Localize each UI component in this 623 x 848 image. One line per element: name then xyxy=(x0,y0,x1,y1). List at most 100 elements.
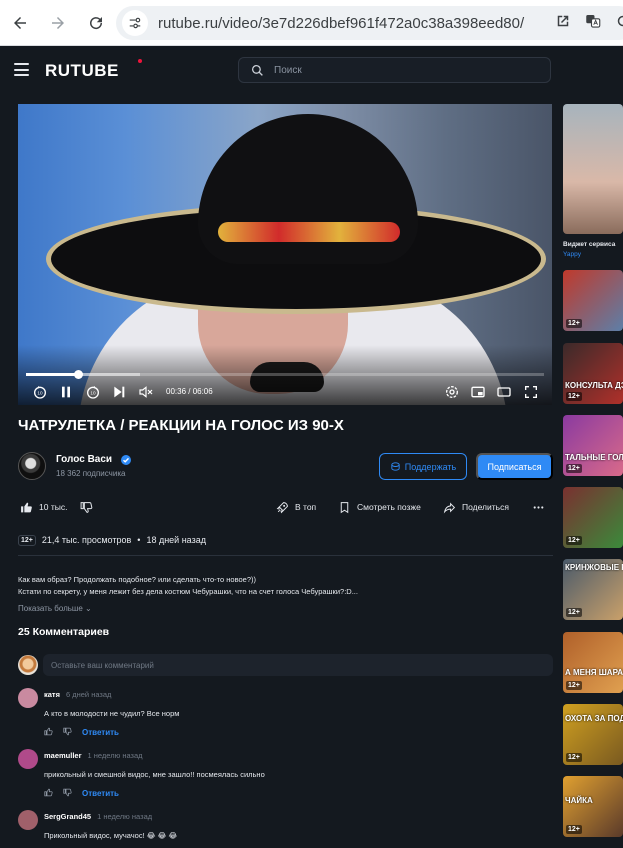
pause-icon[interactable] xyxy=(58,384,74,400)
translate-icon[interactable] xyxy=(584,12,602,35)
show-more-label: Показать больше xyxy=(18,604,83,613)
description-line: Кстати по секрету, у меня лежит без дела… xyxy=(18,587,358,596)
svg-text:10: 10 xyxy=(90,391,96,396)
progress-handle[interactable] xyxy=(73,370,83,379)
share-label: Поделиться xyxy=(462,502,509,512)
site-info-icon[interactable] xyxy=(122,10,148,36)
video-player[interactable]: 10 10 00:36 / 06:06 xyxy=(18,104,552,405)
more-options-icon[interactable] xyxy=(532,497,545,517)
comment-like-icon[interactable] xyxy=(44,723,53,741)
comment-input[interactable] xyxy=(43,654,553,676)
channel-avatar[interactable] xyxy=(18,452,46,480)
url-text[interactable]: rutube.ru/video/3e7d226dbef961f472a0c38a… xyxy=(158,15,524,32)
thumbnail-caption: КОНСУЛЬТА ДЭДПУЛ xyxy=(565,381,623,390)
comment-dislike-icon[interactable] xyxy=(63,723,72,741)
age-badge: 12+ xyxy=(566,392,582,401)
back-icon[interactable] xyxy=(2,5,38,41)
rewind-10-icon[interactable]: 10 xyxy=(32,384,48,400)
comment-dislike-icon[interactable] xyxy=(63,784,72,802)
age-badge: 12+ xyxy=(566,464,582,473)
fullscreen-icon[interactable] xyxy=(523,384,539,400)
video-thumbnail[interactable]: ЧАЙКА 12+ xyxy=(563,776,623,837)
player-controls: 10 10 00:36 / 06:06 xyxy=(18,382,552,402)
video-thumbnail[interactable]: 12+ xyxy=(563,270,623,331)
age-badge: 12+ xyxy=(566,825,582,834)
show-more-button[interactable]: Показать больше ⌄ xyxy=(18,604,92,613)
age-badge: 12+ xyxy=(566,681,582,690)
recommendations-rail: Виджет сервиса Yappy 12+ КОНСУЛЬТА ДЭДПУ… xyxy=(563,104,623,848)
miniplayer-icon[interactable] xyxy=(470,384,486,400)
top-button[interactable]: В топ xyxy=(276,497,316,517)
age-badge: 12+ xyxy=(566,753,582,762)
search-icon xyxy=(251,64,263,76)
thumbs-up-icon xyxy=(21,502,32,512)
comment-avatar[interactable] xyxy=(18,688,38,708)
support-button[interactable]: Поддержать xyxy=(379,453,467,480)
video-thumbnail[interactable]: 12+ xyxy=(563,487,623,548)
chevron-down-icon: ⌄ xyxy=(85,604,92,613)
open-in-app-icon[interactable] xyxy=(554,12,572,35)
comment-like-icon[interactable] xyxy=(44,784,53,802)
forward-icon[interactable] xyxy=(40,5,76,41)
video-title: ЧАТРУЛЕТКА / РЕАКЦИИ НА ГОЛОС ИЗ 90-Х xyxy=(18,417,344,434)
watch-later-button[interactable]: Смотреть позже xyxy=(338,497,421,517)
video-thumbnail[interactable]: КОНСУЛЬТА ДЭДПУЛ 12+ xyxy=(563,343,623,404)
comment-time: 6 дней назад xyxy=(65,690,112,699)
user-avatar[interactable] xyxy=(18,655,38,675)
theater-mode-icon[interactable] xyxy=(496,384,512,400)
dislike-button[interactable] xyxy=(80,497,93,517)
comment-author[interactable]: maemuller 1 неделю назад xyxy=(44,751,143,760)
age-badge: 12+ xyxy=(566,536,582,545)
channel-name[interactable]: Голос Васи xyxy=(56,454,112,465)
video-thumbnail[interactable]: ОХОТА ЗА ПОД 12+ xyxy=(563,704,623,765)
more-browser-icon[interactable] xyxy=(614,12,623,35)
share-button[interactable]: Поделиться xyxy=(443,497,509,517)
settings-icon[interactable] xyxy=(444,384,460,400)
address-bar[interactable]: rutube.ru/video/3e7d226dbef961f472a0c38a… xyxy=(116,6,623,40)
like-button[interactable]: 10 тыс. xyxy=(20,497,67,517)
widget-thumbnail[interactable] xyxy=(563,104,623,234)
comment-avatar[interactable] xyxy=(18,749,38,769)
next-icon[interactable] xyxy=(111,384,127,400)
search-bar[interactable] xyxy=(238,57,551,83)
verified-icon xyxy=(121,455,131,465)
thumbnail-caption: ЧАЙКА xyxy=(565,796,593,805)
widget-source[interactable]: Yappy xyxy=(563,251,581,258)
video-thumbnail[interactable]: КРИНЖОВЫЕ РАЗГОВОРЫ 12+ xyxy=(563,559,623,620)
like-count: 10 тыс. xyxy=(39,502,68,512)
logo-dot xyxy=(138,59,142,63)
subscribe-button[interactable]: Подписаться xyxy=(476,453,553,480)
video-actions: 10 тыс. В топ Смотреть позже Поделиться xyxy=(18,497,553,517)
age-badge: 12+ xyxy=(566,319,582,328)
reply-button[interactable]: Ответить xyxy=(82,789,119,798)
comment-composer xyxy=(18,654,553,676)
site-header: RUTUBE xyxy=(0,46,623,94)
progress-bar[interactable] xyxy=(26,370,544,379)
forward-10-icon[interactable]: 10 xyxy=(85,384,101,400)
reply-button[interactable]: Ответить xyxy=(82,728,119,737)
thumbnail-caption: ТАЛЬНЫЕ ГОЛОС xyxy=(565,453,623,462)
comments-title: 25 Комментариев xyxy=(18,626,110,638)
svg-text:10: 10 xyxy=(37,391,43,396)
age-rating-badge: 12+ xyxy=(18,534,36,546)
mute-icon[interactable] xyxy=(138,384,154,400)
bookmark-icon xyxy=(340,501,349,513)
comment-author[interactable]: катя 6 дней назад xyxy=(44,690,111,699)
comment-avatar[interactable] xyxy=(18,810,38,830)
rutube-logo[interactable]: RUTUBE xyxy=(45,61,119,81)
comment-time: 1 неделю назад xyxy=(87,751,143,760)
description-line: Как вам образ? Продолжать подобное? или … xyxy=(18,575,257,584)
comment-author[interactable]: SergGrand45 1 неделю назад xyxy=(44,812,152,821)
comment-text: Прикольный видос, мучачос! 😂 😂 😂 xyxy=(44,831,178,840)
video-thumbnail[interactable]: А МЕНЯ ШАРАЗНЕ 12+ xyxy=(563,632,623,693)
search-input[interactable] xyxy=(274,64,534,76)
thumbnail-caption: А МЕНЯ ШАРАЗНЕ xyxy=(565,668,623,677)
watch-later-label: Смотреть позже xyxy=(357,502,421,512)
time-display: 00:36 / 06:06 xyxy=(166,387,213,396)
reload-icon[interactable] xyxy=(78,5,114,41)
top-label: В топ xyxy=(295,502,317,512)
menu-icon[interactable] xyxy=(14,63,29,76)
video-thumbnail[interactable]: ТАЛЬНЫЕ ГОЛОС 12+ xyxy=(563,415,623,476)
divider xyxy=(18,555,553,556)
browser-toolbar: rutube.ru/video/3e7d226dbef961f472a0c38a… xyxy=(0,0,623,46)
